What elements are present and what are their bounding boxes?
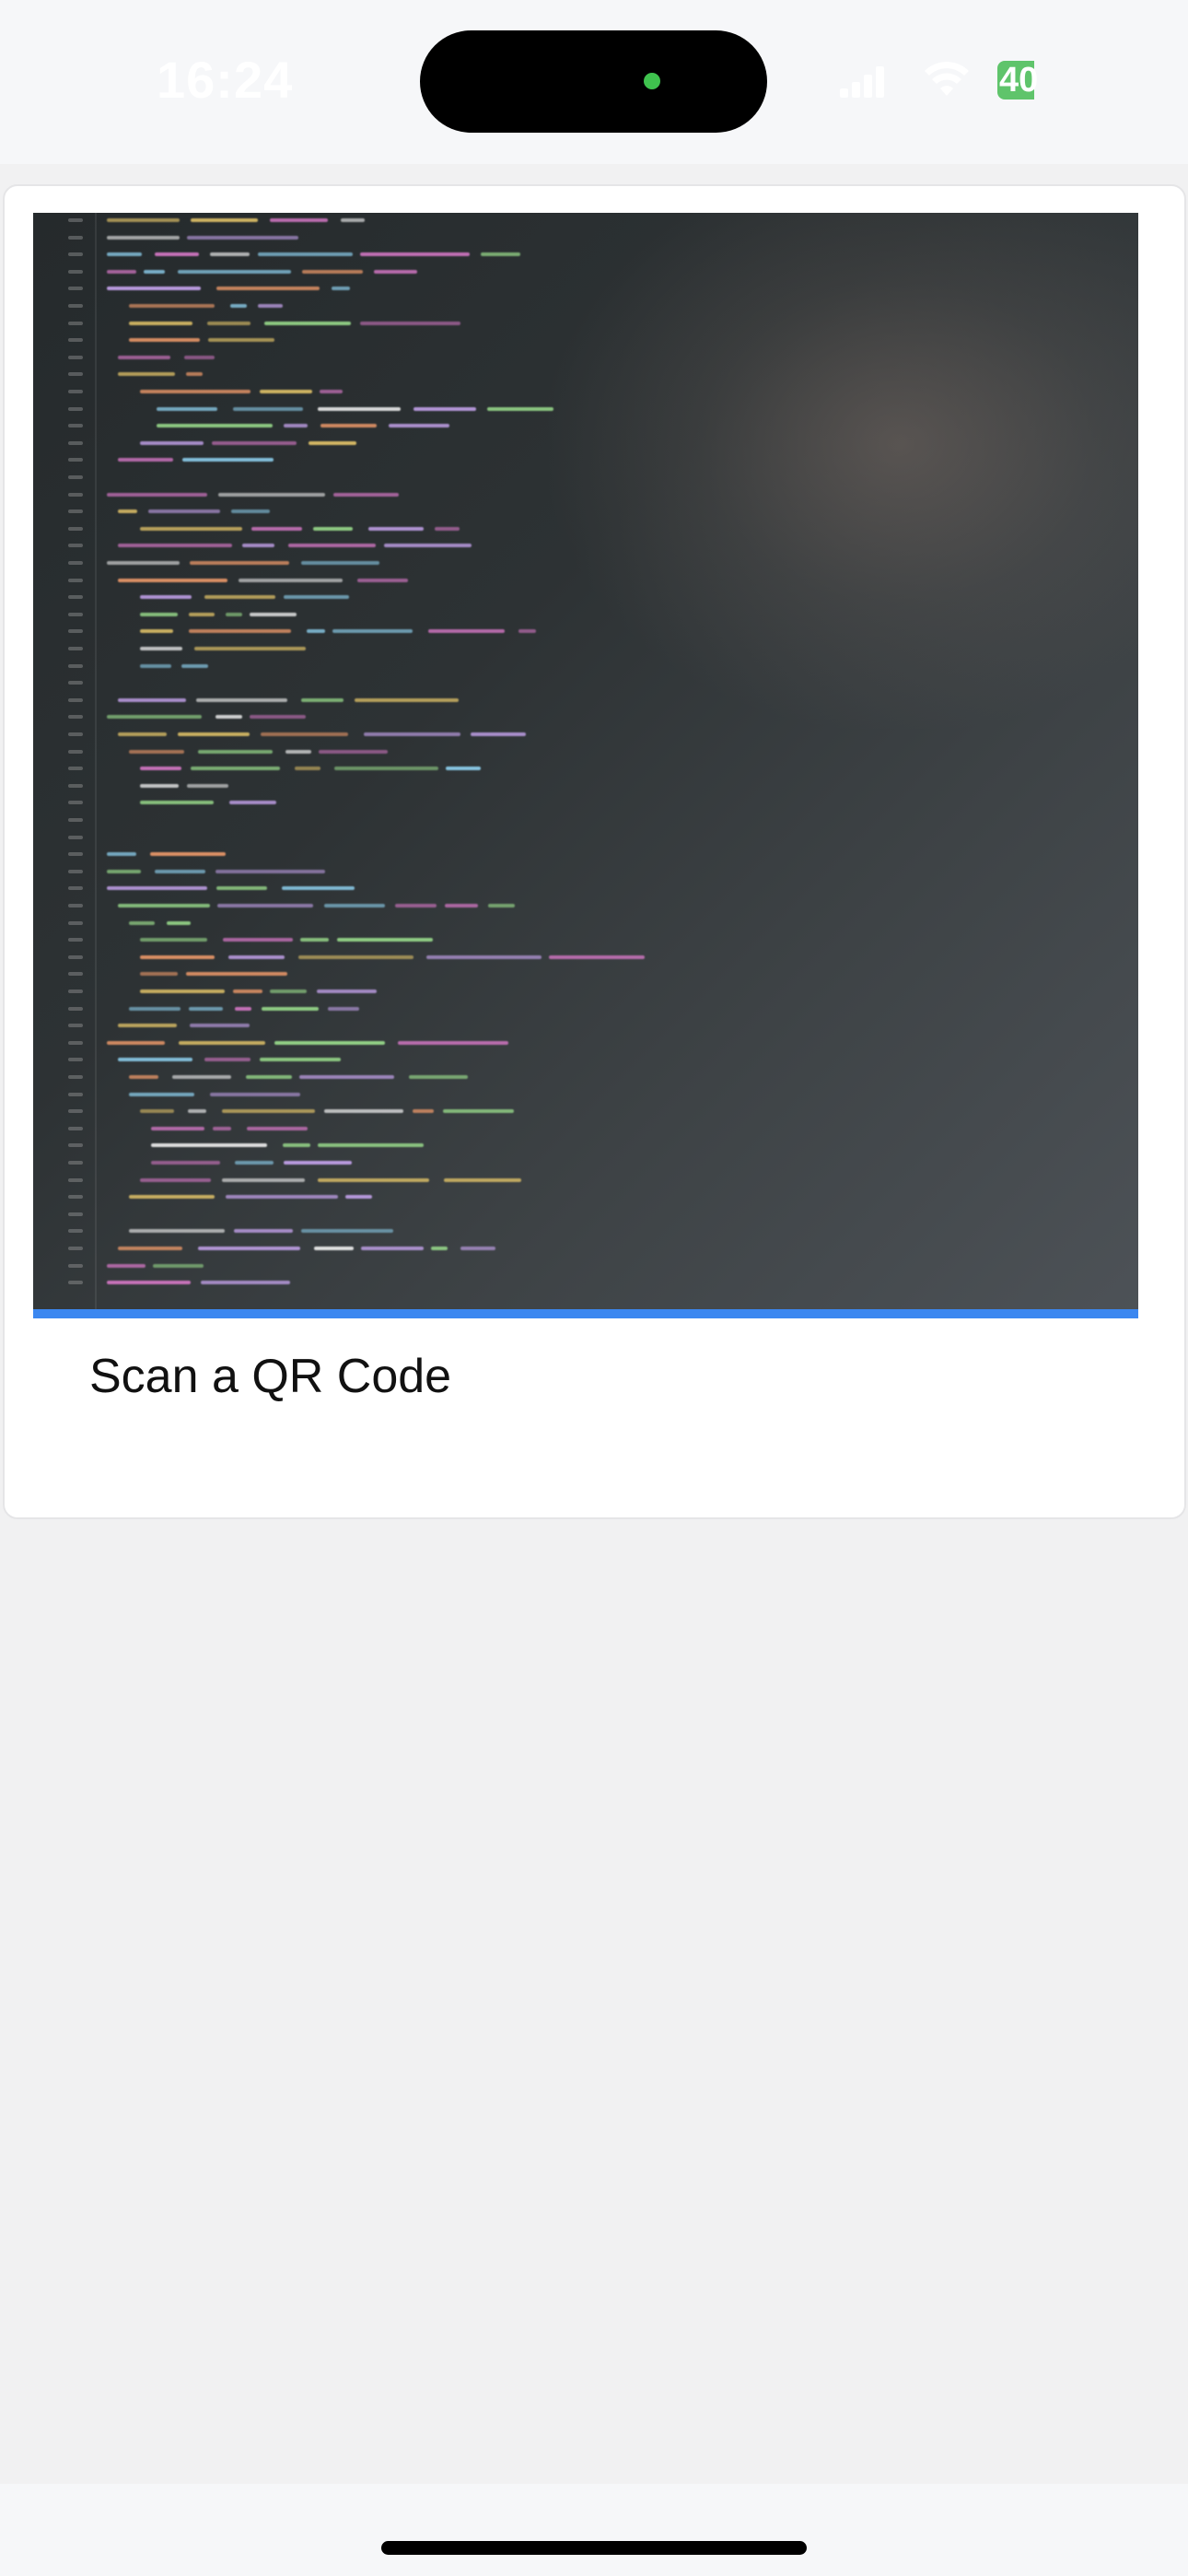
cellular-signal-icon <box>840 66 884 98</box>
image-accent-bar <box>33 1309 1138 1318</box>
status-bar: 16:24 40 <box>0 0 1188 164</box>
wifi-icon <box>925 62 969 96</box>
home-indicator[interactable] <box>381 2541 807 2555</box>
status-time: 16:24 <box>157 51 294 109</box>
camera-indicator-icon <box>644 73 660 89</box>
dynamic-island <box>420 30 767 133</box>
card-title: Scan a QR Code <box>89 1350 452 1403</box>
battery-icon: 40 <box>997 61 1069 100</box>
battery-level: 40 <box>999 61 1039 100</box>
home-area <box>0 2484 1188 2576</box>
code-screenshot-image <box>33 213 1138 1318</box>
qr-scan-card[interactable]: Scan a QR Code <box>3 184 1186 1519</box>
